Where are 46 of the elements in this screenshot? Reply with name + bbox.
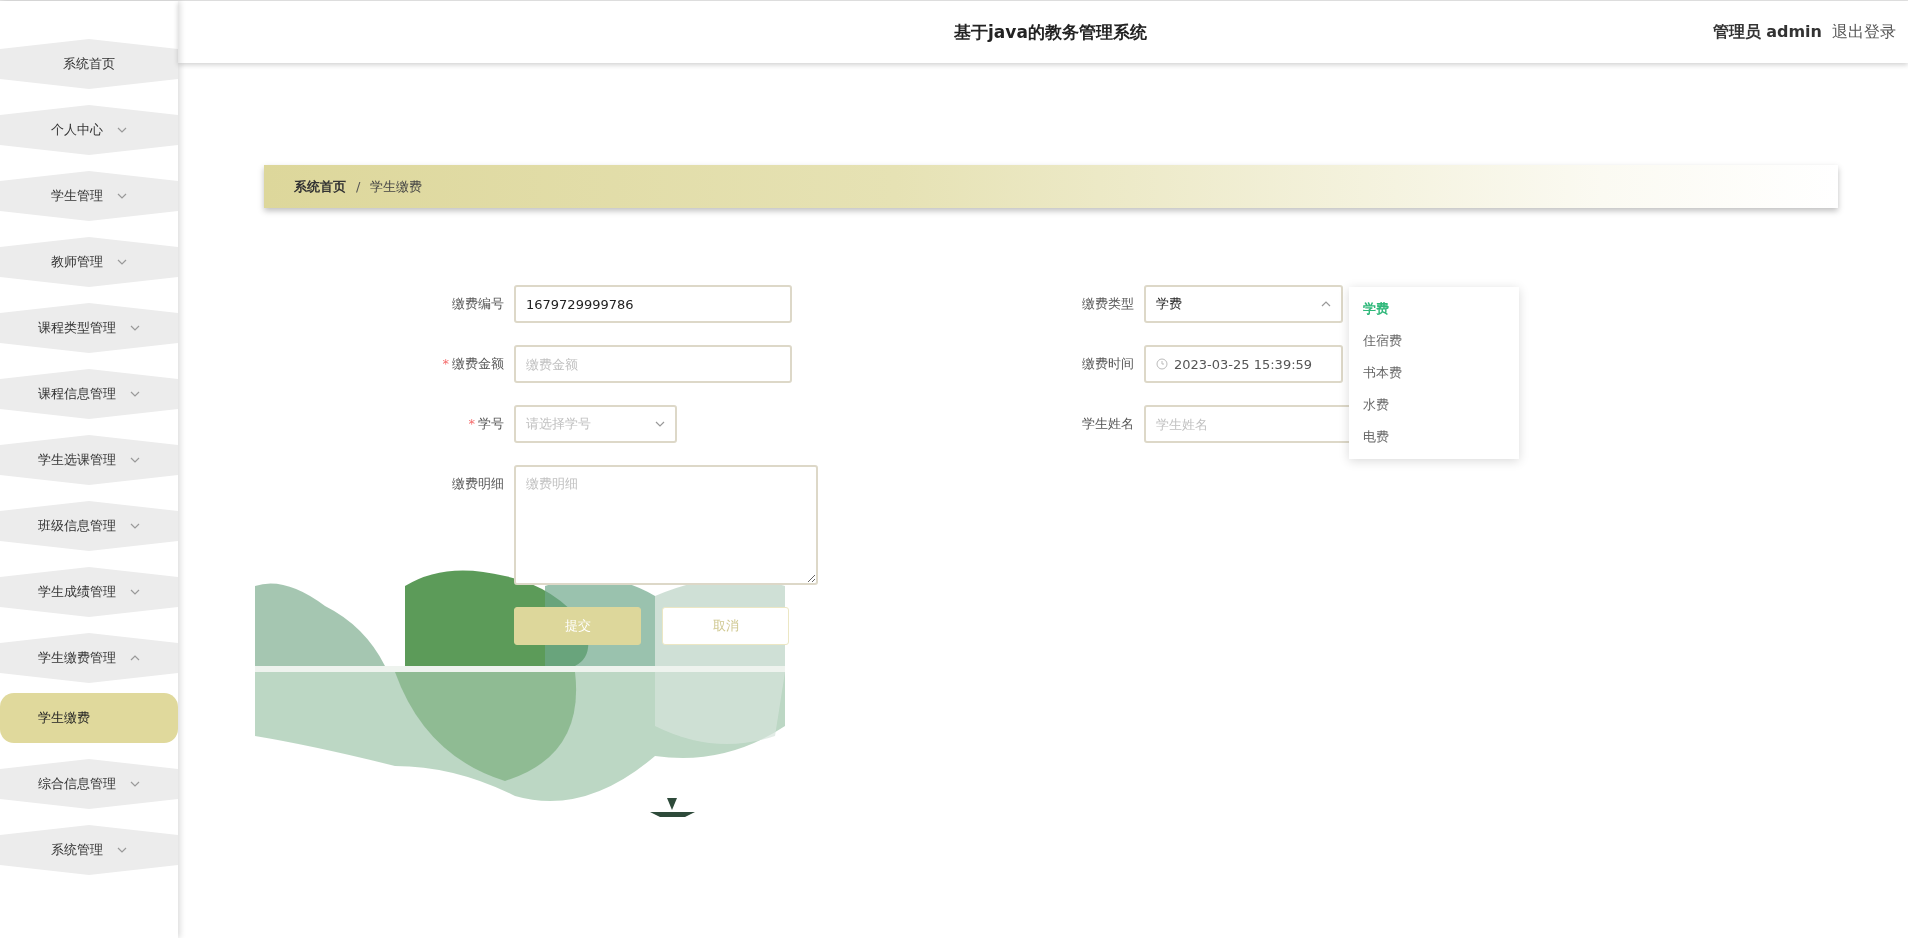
chevron-icon	[130, 455, 140, 465]
chevron-icon	[117, 125, 127, 135]
app-title: 基于java的教务管理系统	[954, 20, 1147, 44]
chevron-icon	[130, 653, 140, 663]
dropdown-option[interactable]: 书本费	[1349, 357, 1519, 389]
field-label: 缴费时间	[1081, 355, 1134, 373]
chevron-icon	[130, 587, 140, 597]
sidebar-item[interactable]: 教师管理	[0, 237, 178, 287]
chevron-icon	[130, 521, 140, 531]
field-label: 缴费明细	[451, 475, 504, 493]
chevron-icon	[117, 845, 127, 855]
dropdown-option[interactable]: 住宿费	[1349, 325, 1519, 357]
chevron-icon	[130, 389, 140, 399]
clock-icon	[1156, 358, 1168, 370]
input-field[interactable]: 缴费金额	[514, 345, 792, 383]
sidebar-item[interactable]: 班级信息管理	[0, 501, 178, 551]
field-label: 缴费类型	[1081, 295, 1134, 313]
breadcrumb-separator: /	[356, 179, 361, 194]
sidebar-item[interactable]: 学生选课管理	[0, 435, 178, 485]
chevron-icon	[130, 779, 140, 789]
textarea-field[interactable]: 缴费明细	[514, 465, 818, 585]
breadcrumb-link[interactable]: 系统首页	[294, 177, 346, 196]
breadcrumb-current: 学生缴费	[370, 177, 423, 196]
logout-link[interactable]: 退出登录	[1832, 21, 1896, 43]
sidebar-item[interactable]: 个人中心	[0, 105, 178, 155]
chevron-icon	[117, 191, 127, 201]
field-label: 学生姓名	[1081, 415, 1134, 433]
chevron-icon	[130, 323, 140, 333]
date-field[interactable]: 2023-03-25 15:39:59	[1144, 345, 1343, 383]
sidebar-item[interactable]: 系统管理	[0, 825, 178, 875]
field-label: * 缴费金额	[441, 355, 504, 373]
chevron-icon	[655, 419, 665, 429]
user-name: 管理员 admin	[1712, 21, 1822, 43]
chevron-icon	[117, 257, 127, 267]
sidebar-item[interactable]: 综合信息管理	[0, 759, 178, 809]
chevron-icon	[1321, 299, 1331, 309]
sidebar-item[interactable]: 学生管理	[0, 171, 178, 221]
field-label: 缴费编号	[451, 295, 504, 313]
input-field[interactable]: 1679729999786	[514, 285, 792, 323]
sidebar-item[interactable]: 学生缴费管理	[0, 633, 178, 683]
sidebar-item[interactable]: 课程类型管理	[0, 303, 178, 353]
sidebar-item[interactable]: 系统首页	[0, 39, 178, 89]
field-label: * 学号	[467, 415, 504, 433]
sidebar-subitem[interactable]: 学生缴费	[0, 693, 178, 743]
sidebar-item[interactable]: 学生成绩管理	[0, 567, 178, 617]
sidebar-item[interactable]: 课程信息管理	[0, 369, 178, 419]
